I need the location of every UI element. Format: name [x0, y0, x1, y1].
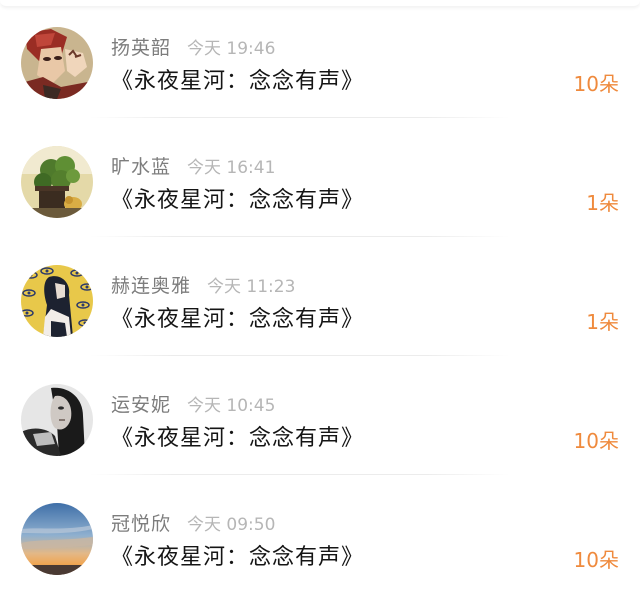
- book-title[interactable]: 《永夜星河：念念有声》: [111, 304, 364, 336]
- send-time: 今天 09:50: [187, 515, 276, 535]
- list-item[interactable]: 赫连奥雅 今天 11:23 《永夜星河：念念有声》 1朵: [0, 238, 640, 356]
- book-title[interactable]: 《永夜星河：念念有声》: [111, 66, 364, 98]
- potted-plant-avatar[interactable]: [21, 146, 93, 218]
- sender-name[interactable]: 旷水蓝: [111, 156, 171, 178]
- gift-amount: 10朵: [573, 72, 619, 96]
- sunset-sky-avatar[interactable]: [21, 503, 93, 575]
- book-title[interactable]: 《永夜星河：念念有声》: [111, 423, 364, 455]
- sender-name[interactable]: 扬英韶: [111, 37, 171, 59]
- divider: [90, 355, 510, 356]
- divider: [90, 474, 510, 475]
- illustrated-woman-avatar[interactable]: [21, 265, 93, 337]
- gift-amount: 10朵: [573, 429, 619, 453]
- book-title[interactable]: 《永夜星河：念念有声》: [111, 185, 364, 217]
- anime-character-avatar[interactable]: [21, 27, 93, 99]
- send-time: 今天 10:45: [187, 396, 276, 416]
- list-item[interactable]: 运安妮 今天 10:45 《永夜星河：念念有声》 10朵: [0, 357, 640, 475]
- gift-amount: 1朵: [586, 310, 619, 334]
- sender-info: 旷水蓝 今天 16:41: [111, 154, 275, 180]
- list-item[interactable]: 旷水蓝 今天 16:41 《永夜星河：念念有声》 1朵: [0, 119, 640, 237]
- sender-info: 扬英韶 今天 19:46: [111, 35, 275, 61]
- sender-info: 运安妮 今天 10:45: [111, 392, 275, 418]
- sender-name[interactable]: 运安妮: [111, 394, 171, 416]
- send-time: 今天 16:41: [187, 158, 276, 178]
- gift-amount: 10朵: [573, 548, 619, 572]
- divider: [90, 117, 510, 118]
- divider: [90, 236, 510, 237]
- sender-info: 冠悦欣 今天 09:50: [111, 511, 275, 537]
- gift-record-list-page: 扬英韶 今天 19:46 《永夜星河：念念有声》 10朵 旷水蓝 今天 16:4…: [0, 0, 640, 594]
- gift-amount: 1朵: [586, 191, 619, 215]
- sender-info: 赫连奥雅 今天 11:23: [111, 273, 295, 299]
- list-item[interactable]: 冠悦欣 今天 09:50 《永夜星河：念念有声》 10朵: [0, 476, 640, 594]
- black-white-portrait-avatar[interactable]: [21, 384, 93, 456]
- send-time: 今天 11:23: [207, 277, 296, 297]
- book-title[interactable]: 《永夜星河：念念有声》: [111, 542, 364, 574]
- sender-name[interactable]: 赫连奥雅: [111, 275, 191, 297]
- list-item[interactable]: 扬英韶 今天 19:46 《永夜星河：念念有声》 10朵: [0, 0, 640, 118]
- sender-name[interactable]: 冠悦欣: [111, 513, 171, 535]
- send-time: 今天 19:46: [187, 39, 276, 59]
